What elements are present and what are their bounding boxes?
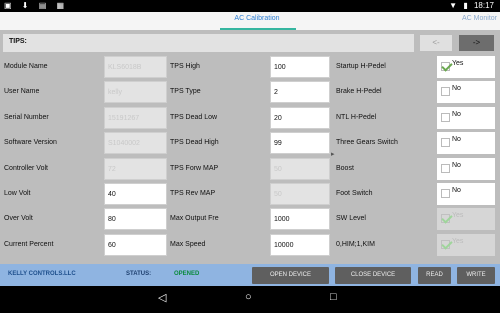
field-label: TPS Rev MAP	[170, 190, 216, 197]
value-input[interactable]: 2	[270, 81, 330, 104]
recents-icon[interactable]: □	[330, 291, 337, 303]
value-input[interactable]: 60	[104, 233, 167, 256]
close-device-button[interactable]: CLOSE DEVICE	[335, 267, 411, 284]
value-input: 15191267	[104, 106, 167, 129]
next-page-button[interactable]: ->	[459, 35, 494, 51]
checkbox-text: No	[452, 187, 461, 194]
value-input[interactable]: 1000	[270, 208, 330, 231]
android-nav-bar: ◁ ○ □	[0, 286, 500, 313]
tab-ac-monitor[interactable]: AC Monitor	[462, 15, 497, 22]
option-checkbox[interactable]: No	[437, 132, 495, 155]
write-button[interactable]: WRITE	[457, 267, 495, 284]
read-button[interactable]: READ	[418, 267, 451, 284]
value-input[interactable]: 10000	[270, 233, 330, 256]
value-input[interactable]: 100	[270, 56, 330, 78]
field-label: Three Gears Switch	[336, 139, 398, 147]
value-input: KLS6018B	[104, 56, 167, 78]
value-input: S1040002	[104, 132, 167, 155]
home-icon[interactable]: ○	[245, 291, 252, 303]
field-label: Controller Volt	[4, 164, 48, 172]
clock: 18:17	[473, 1, 494, 10]
field-label: Module Name	[4, 63, 48, 70]
status-label: STATUS:	[126, 271, 152, 277]
field-label: TPS Type	[170, 88, 201, 96]
value-input: kelly	[104, 81, 167, 104]
field-label: Foot Switch	[336, 190, 373, 197]
checkbox-text: No	[452, 136, 461, 144]
option-checkbox: Yes	[437, 233, 495, 256]
tab-ac-calibration[interactable]: AC Calibration	[226, 15, 288, 22]
checkbox-box	[441, 239, 450, 249]
checkbox-box	[441, 62, 450, 71]
option-checkbox[interactable]: No	[437, 183, 495, 205]
value-input[interactable]: 80	[104, 208, 167, 231]
field-label: NTL H-Pedel	[336, 113, 377, 121]
status-value: OPENED	[174, 271, 200, 277]
checkbox-box	[441, 138, 450, 148]
checkbox-box	[441, 112, 450, 122]
field-label: Over Volt	[4, 215, 33, 223]
value-input: 50	[270, 157, 330, 180]
notification-icons: ▣ ⬇ ▤ ▦	[4, 1, 69, 10]
value-input: 50	[270, 183, 330, 205]
field-label: TPS Dead High	[170, 139, 219, 147]
field-label: TPS High	[170, 63, 200, 70]
wifi-icon: ▼	[449, 1, 458, 10]
option-checkbox[interactable]: No	[437, 157, 495, 180]
field-label: SW Level	[336, 215, 366, 223]
checkbox-box	[441, 189, 450, 198]
field-label: Max Output Fre	[170, 215, 219, 223]
checkbox-box	[441, 163, 450, 173]
calibration-panel: TIPS: <- -> Module Name KLS6018B TPS High 1…	[0, 30, 500, 264]
field-label: 0,HIM;1,KIM	[336, 240, 375, 248]
option-checkbox[interactable]: Yes	[437, 56, 495, 78]
value-input[interactable]: 40	[104, 183, 167, 205]
option-checkbox: Yes	[437, 208, 495, 231]
checkbox-text: No	[452, 161, 461, 169]
back-icon[interactable]: ◁	[158, 291, 166, 304]
value-input[interactable]: 20	[270, 106, 330, 129]
field-label: Software Version	[4, 139, 57, 147]
prev-page-button[interactable]: <-	[420, 35, 452, 51]
checkbox-box	[441, 87, 450, 97]
option-checkbox[interactable]: No	[437, 106, 495, 129]
value-input: 72	[104, 157, 167, 180]
checkbox-text: No	[452, 110, 461, 118]
status-bar-right: ▼ ▮ 18:17	[445, 1, 494, 10]
company-name: KELLY CONTROLS.LLC	[8, 271, 76, 277]
open-device-button[interactable]: OPEN DEVICE	[252, 267, 329, 284]
field-label: User Name	[4, 88, 40, 96]
field-label: Current Percent	[4, 240, 54, 248]
checkbox-text: Yes	[452, 237, 464, 245]
field-label: Serial Number	[4, 113, 49, 121]
checkbox-text: Yes	[452, 212, 464, 220]
field-label: TPS Forw MAP	[170, 164, 219, 172]
checkbox-text: No	[452, 85, 461, 93]
field-label: Boost	[336, 164, 354, 172]
field-label: Startup H-Pedel	[336, 63, 386, 70]
column-divider-mark: ▸	[331, 151, 335, 158]
value-input[interactable]: 99	[270, 132, 330, 155]
checkbox-text: Yes	[452, 60, 464, 67]
tab-bar: AC Calibration AC Monitor	[0, 12, 500, 30]
field-label: Low Volt	[4, 190, 31, 197]
checkbox-box	[441, 214, 450, 224]
field-label: Max Speed	[170, 240, 206, 248]
status-bar: ▣ ⬇ ▤ ▦ ▼ ▮ 18:17	[0, 0, 500, 12]
field-label: Brake H-Pedel	[336, 88, 382, 96]
bottom-status-bar: KELLY CONTROLS.LLC STATUS: OPENED OPEN D…	[0, 264, 500, 286]
battery-icon: ▮	[463, 1, 468, 10]
field-label: TPS Dead Low	[170, 113, 218, 121]
app-window: ▣ ⬇ ▤ ▦ ▼ ▮ 18:17 AC Calibration AC Moni…	[0, 0, 500, 313]
option-checkbox[interactable]: No	[437, 81, 495, 104]
tips-bar: TIPS:	[3, 34, 414, 52]
